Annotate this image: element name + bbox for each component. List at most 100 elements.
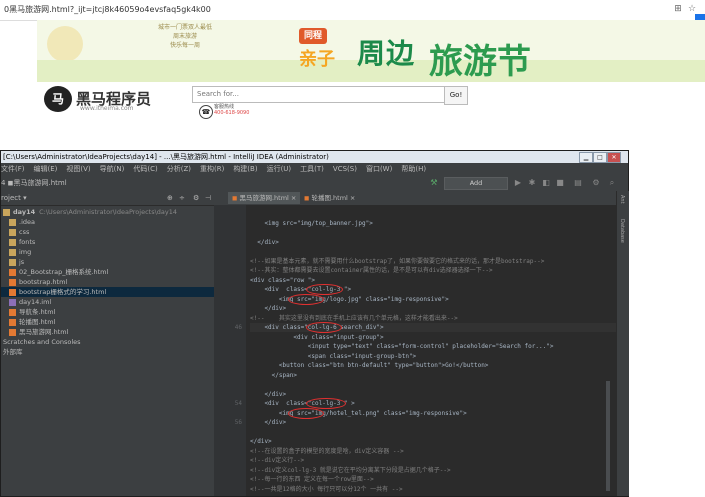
code-line[interactable]: <div class="row ">: [250, 276, 315, 285]
menu-vcs[interactable]: VCS(S): [333, 165, 357, 173]
code-line[interactable]: </div>: [250, 238, 279, 247]
line-number: [214, 485, 242, 494]
menu-build[interactable]: 构建(B): [233, 165, 257, 173]
build-hammer-icon[interactable]: ⚒: [429, 178, 439, 188]
tree-item[interactable]: img: [1, 247, 222, 257]
menu-analyze[interactable]: 分析(Z): [167, 165, 191, 173]
code-line[interactable]: <img src="img/logo.jpg" class="img-respo…: [250, 295, 449, 304]
menu-view[interactable]: 视图(V): [66, 165, 90, 173]
editor-tabs: ◼ 黑马旅游网.html × ◼ 轮播图.html ×: [214, 191, 616, 206]
tree-item-label: 黑马旅游网.html: [19, 328, 69, 336]
folder-icon: [9, 218, 16, 226]
menu-window[interactable]: 窗口(W): [366, 165, 392, 173]
code-line[interactable]: </div>: [250, 418, 286, 427]
code-line[interactable]: <!--在设置的盒子的模型的宽度是啥，div定义容器 -->: [250, 447, 404, 456]
folder-icon: [3, 208, 10, 216]
code-line[interactable]: <div class="col-lg-6 search_div">: [250, 323, 616, 332]
tree-item[interactable]: day14.iml: [1, 297, 222, 307]
collapse-icon[interactable]: ÷: [179, 191, 185, 205]
line-number: [214, 390, 242, 399]
tree-item[interactable]: 外部库: [1, 347, 216, 357]
coverage-icon[interactable]: ◧: [541, 178, 551, 188]
tree-item-label: fonts: [19, 238, 36, 246]
code-line[interactable]: </div>: [250, 390, 286, 399]
code-line[interactable]: </span>: [250, 371, 297, 380]
red-annotation-circle: [288, 407, 324, 419]
tree-item[interactable]: 黑马旅游网.html: [1, 327, 222, 337]
code-line[interactable]: <input type="text" class="form-control" …: [250, 342, 554, 351]
line-number: [214, 371, 242, 380]
tree-item-label: bootstrap.html: [19, 278, 68, 286]
go-button[interactable]: Go!: [444, 86, 468, 105]
project-dropdown[interactable]: roject ▾: [1, 194, 27, 202]
stop-icon[interactable]: ■: [555, 178, 565, 188]
code-line[interactable]: </div>: [250, 437, 272, 446]
line-number: [214, 380, 242, 389]
code-line[interactable]: <div class="input-group">: [250, 333, 383, 342]
menu-navigate[interactable]: 导航(N): [100, 165, 125, 173]
tree-item-label: 轮播图.html: [19, 318, 56, 326]
tree-item[interactable]: fonts: [1, 237, 222, 247]
menu-tools[interactable]: 工具(T): [300, 165, 324, 173]
line-number: [214, 295, 242, 304]
code-line[interactable]: <!--div定义col-lg-3 就是说它在平均分离某下分段是占据几个格子--…: [250, 466, 451, 475]
banner-title-2: 周边: [357, 37, 416, 70]
url-text[interactable]: 0黑马旅游网.html?_ijt=jtcj8k46059o4evsfaq5gk4…: [4, 4, 211, 15]
menu-help[interactable]: 帮助(H): [401, 165, 426, 173]
code-line[interactable]: <!--如果是基本元素，就不需要用什么bootstrap了，如果你要做要它的格式…: [250, 257, 544, 266]
menu-refactor[interactable]: 重构(R): [200, 165, 224, 173]
menu-run[interactable]: 运行(U): [267, 165, 292, 173]
debug-icon[interactable]: ✱: [527, 178, 537, 188]
tree-item-label: js: [19, 258, 25, 266]
tree-item[interactable]: css: [1, 227, 222, 237]
menu-edit[interactable]: 编辑(E): [34, 165, 58, 173]
gear-icon[interactable]: ⚙: [193, 191, 199, 205]
code-line[interactable]: <button class="btn btn-default" type="bu…: [250, 361, 489, 370]
tree-item[interactable]: 导航条.html: [1, 307, 222, 317]
translate-icon[interactable]: ⊞: [672, 3, 684, 15]
minimize-button[interactable]: ▁: [579, 152, 593, 163]
code-line[interactable]: <img src="img/hotel_tel.png" class="img-…: [250, 409, 467, 418]
tree-item[interactable]: .idea: [1, 217, 222, 227]
maximize-button[interactable]: □: [593, 152, 607, 163]
code-line[interactable]: <!--每一行的东西 定义在每一个row里面-->: [250, 475, 374, 484]
tree-item[interactable]: day14 C:\Users\Administrator\IdeaProjects…: [1, 207, 216, 217]
code-line[interactable]: </div>: [250, 304, 286, 313]
code-line[interactable]: <!--div定义行-->: [250, 456, 304, 465]
tree-item[interactable]: js: [1, 257, 222, 267]
menu-file[interactable]: 文件(F): [1, 165, 25, 173]
run-icon[interactable]: ▶: [513, 178, 523, 188]
tree-item[interactable]: 轮播图.html: [1, 317, 222, 327]
code-editor[interactable]: <img src="img/top_banner.jpg"> </div> <!-…: [246, 205, 616, 496]
tree-item[interactable]: bootstrap.html: [1, 277, 222, 287]
code-line[interactable]: <!--其实：整体都需要去设置container属性的话，是不是可以有div选择…: [250, 266, 493, 275]
tab-heima-travel[interactable]: ◼ 黑马旅游网.html ×: [228, 192, 301, 204]
tree-item[interactable]: Scratches and Consoles: [1, 337, 216, 347]
menu-code[interactable]: 代码(C): [133, 165, 157, 173]
ant-tool-tab[interactable]: Ant: [619, 195, 625, 204]
editor-scrollbar[interactable]: [606, 381, 610, 491]
add-configuration-button[interactable]: Add Configuration...: [444, 177, 508, 198]
database-tool-tab[interactable]: Database: [619, 219, 625, 243]
settings-icon[interactable]: ⚙: [591, 178, 601, 188]
line-number: [214, 276, 242, 285]
line-number: [214, 475, 242, 484]
locate-icon[interactable]: ⊕: [167, 191, 173, 205]
tree-item-path: C:\Users\Administrator\IdeaProjects\day1…: [39, 208, 178, 216]
code-line[interactable]: <span class="input-group-btn">: [250, 352, 416, 361]
search-input[interactable]: [193, 87, 441, 100]
close-button[interactable]: ✕: [607, 152, 621, 163]
project-structure-icon[interactable]: ▤: [573, 178, 583, 188]
breadcrumb[interactable]: 4 ◼黑马旅游网.html: [1, 178, 67, 188]
line-number: [214, 209, 242, 218]
tree-item-label: 外部库: [3, 348, 23, 356]
code-line[interactable]: <img src="img/top_banner.jpg">: [250, 219, 372, 228]
hide-icon[interactable]: ⊣: [205, 191, 211, 205]
tree-item[interactable]: 02_Bootstrap_栅格系统.html: [1, 267, 222, 277]
code-line[interactable]: <!--一共是12格的大小 每行只可以分12个 一共有 -->: [250, 485, 403, 494]
tab-carousel[interactable]: ◼ 轮播图.html ×: [300, 192, 359, 204]
tree-item[interactable]: bootstrap栅格式的学习.html: [1, 287, 222, 297]
search-everywhere-icon[interactable]: ⌕: [607, 178, 617, 188]
code-line[interactable]: <!-- 其实这里没有到底在手机上应该有几个单元格，这样才能看出来-->: [250, 314, 458, 323]
line-number: [214, 219, 242, 228]
